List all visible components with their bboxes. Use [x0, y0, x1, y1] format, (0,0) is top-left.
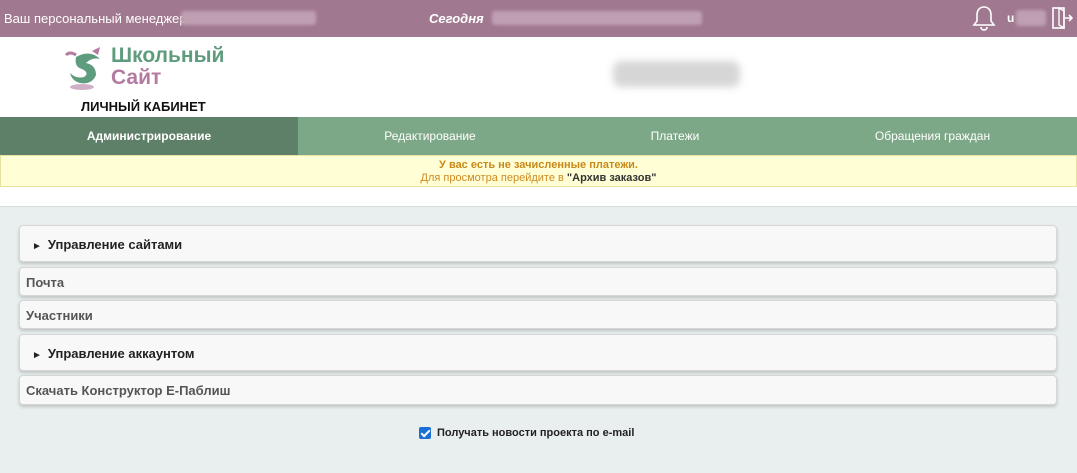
top-bar: Ваш персональный менеджер: Сегодня u [0, 0, 1077, 37]
unpaid-payments-notice: У вас есть не зачисленные платежи. Для п… [0, 155, 1077, 187]
expand-arrow-icon: ► [32, 350, 42, 361]
expand-arrow-icon: ► [32, 241, 42, 252]
today-date-redacted [492, 11, 702, 25]
newsletter-checkbox[interactable] [419, 427, 431, 439]
logo-title-line1: Школьный [111, 44, 225, 67]
notice-text: Для просмотра перейдите в "Архив заказов… [1, 172, 1076, 184]
menu-item-label: Скачать Конструктор Е-Паблиш [26, 383, 231, 398]
manager-name-redacted [181, 11, 316, 25]
newsletter-option[interactable]: Получать новости проекта по e-mail [419, 427, 634, 439]
today-label: Сегодня [429, 11, 484, 26]
manager-label: Ваш персональный менеджер: [4, 11, 191, 26]
user-name-redacted [1016, 10, 1046, 26]
newsletter-label: Получать новости проекта по e-mail [437, 427, 635, 439]
menu-download-constructor[interactable]: Скачать Конструктор Е-Паблиш [19, 375, 1057, 405]
notice-prefix: Для просмотра перейдите в [420, 172, 567, 184]
main-nav: Администрирование Редактирование Платежи… [0, 117, 1077, 155]
logo-title-line2: Сайт [111, 66, 162, 89]
school-name-redacted [613, 61, 740, 87]
notifications-bell-icon[interactable] [970, 4, 998, 32]
logout-icon[interactable] [1051, 6, 1073, 30]
menu-item-label: Почта [26, 275, 65, 290]
site-header: Школьный Сайт ЛИЧНЫЙ КАБИНЕТ [0, 37, 1077, 117]
menu-item-label: Управление аккаунтом [47, 346, 195, 361]
tab-payments[interactable]: Платежи [562, 117, 788, 155]
menu-mail[interactable]: Почта [19, 267, 1057, 296]
orders-archive-link[interactable]: "Архив заказов" [567, 172, 657, 184]
menu-participants[interactable]: Участники [19, 300, 1057, 329]
tab-administration[interactable]: Администрирование [0, 117, 298, 155]
user-name[interactable]: u [1007, 11, 1014, 25]
school-site-logo-icon[interactable] [62, 45, 112, 95]
menu-account-management[interactable]: ► Управление аккаунтом [19, 334, 1057, 371]
menu-item-label: Управление сайтами [47, 237, 183, 252]
tab-editing[interactable]: Редактирование [298, 117, 562, 155]
notice-title: У вас есть не зачисленные платежи. [439, 159, 638, 171]
menu-item-label: Участники [26, 308, 93, 323]
tab-citizen-requests[interactable]: Обращения граждан [788, 117, 1077, 155]
personal-cabinet-label: ЛИЧНЫЙ КАБИНЕТ [81, 99, 206, 114]
menu-site-management[interactable]: ► Управление сайтами [19, 225, 1057, 262]
